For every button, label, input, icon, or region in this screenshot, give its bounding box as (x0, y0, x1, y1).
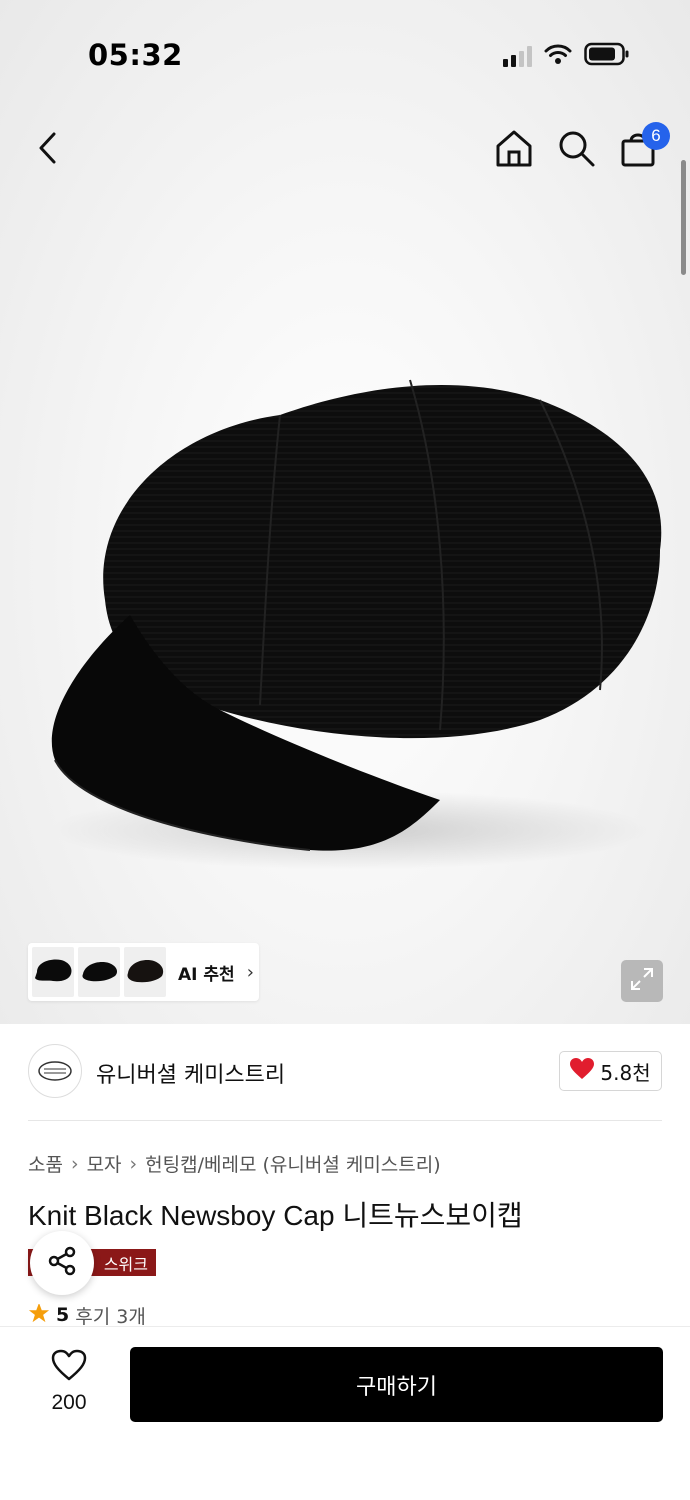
breadcrumb-item[interactable]: 모자 (87, 1150, 122, 1177)
status-time: 05:32 (88, 38, 183, 72)
buy-button[interactable]: 구매하기 (130, 1347, 663, 1422)
share-icon (46, 1245, 78, 1281)
rating-score: 5 (56, 1304, 70, 1326)
thumbnail-1 (32, 947, 74, 997)
brand-name[interactable]: 유니버셜 케미스트리 (96, 1057, 285, 1089)
cart-count-badge: 6 (642, 122, 670, 150)
breadcrumb-item[interactable]: 소품 (28, 1150, 63, 1177)
search-icon (556, 128, 596, 172)
chevron-right-icon: › (246, 961, 254, 983)
breadcrumb-separator: › (70, 1152, 79, 1175)
review-count[interactable]: 후기 3개 (75, 1304, 146, 1327)
home-button[interactable] (492, 128, 536, 172)
heart-icon (570, 1057, 595, 1085)
home-icon (494, 128, 534, 172)
rating-row[interactable]: 5 후기 3개 (28, 1304, 146, 1326)
signal-icon (503, 45, 532, 67)
product-title: Knit Black Newsboy Cap 니트뉴스보이캡 (28, 1200, 523, 1231)
wishlist-count: 200 (51, 1391, 87, 1414)
top-navigation: 6 (0, 110, 690, 194)
star-icon (28, 1304, 50, 1326)
brand-like-count: 5.8천 (600, 1060, 651, 1085)
bottom-action-bar: 200 구매하기 (0, 1326, 690, 1500)
ai-recommend-button[interactable]: AI 추천 › (28, 943, 259, 1001)
ai-recommend-label: AI 추천 (178, 964, 235, 985)
product-image (20, 360, 680, 880)
cart-button[interactable]: 6 (616, 122, 670, 172)
thumbnail-2 (78, 947, 120, 997)
heart-outline-icon (51, 1349, 87, 1385)
brand-row[interactable]: 유니버셜 케미스트리 5.8천 (28, 1044, 662, 1100)
scrollbar[interactable] (681, 160, 686, 275)
brand-like-button[interactable]: 5.8천 (559, 1051, 662, 1091)
back-button[interactable] (26, 128, 70, 172)
breadcrumb-item[interactable]: 헌팅캡/베레모 (유니버셜 케미스트리) (145, 1150, 441, 1177)
status-icons (503, 42, 630, 70)
expand-image-button[interactable] (621, 960, 663, 1002)
breadcrumb: 소품 › 모자 › 헌팅캡/베레모 (유니버셜 케미스트리) (28, 1150, 441, 1177)
wifi-icon (544, 43, 572, 69)
wishlist-button[interactable]: 200 (40, 1349, 98, 1419)
expand-icon (629, 966, 655, 996)
share-button[interactable] (30, 1231, 94, 1295)
status-bar: 05:32 (0, 0, 690, 110)
chevron-left-icon (36, 131, 60, 169)
search-button[interactable] (554, 128, 598, 172)
brand-logo[interactable] (28, 1044, 82, 1098)
divider (28, 1120, 662, 1121)
battery-icon (584, 42, 630, 70)
thumbnail-3 (124, 947, 166, 997)
breadcrumb-separator: › (129, 1152, 138, 1175)
